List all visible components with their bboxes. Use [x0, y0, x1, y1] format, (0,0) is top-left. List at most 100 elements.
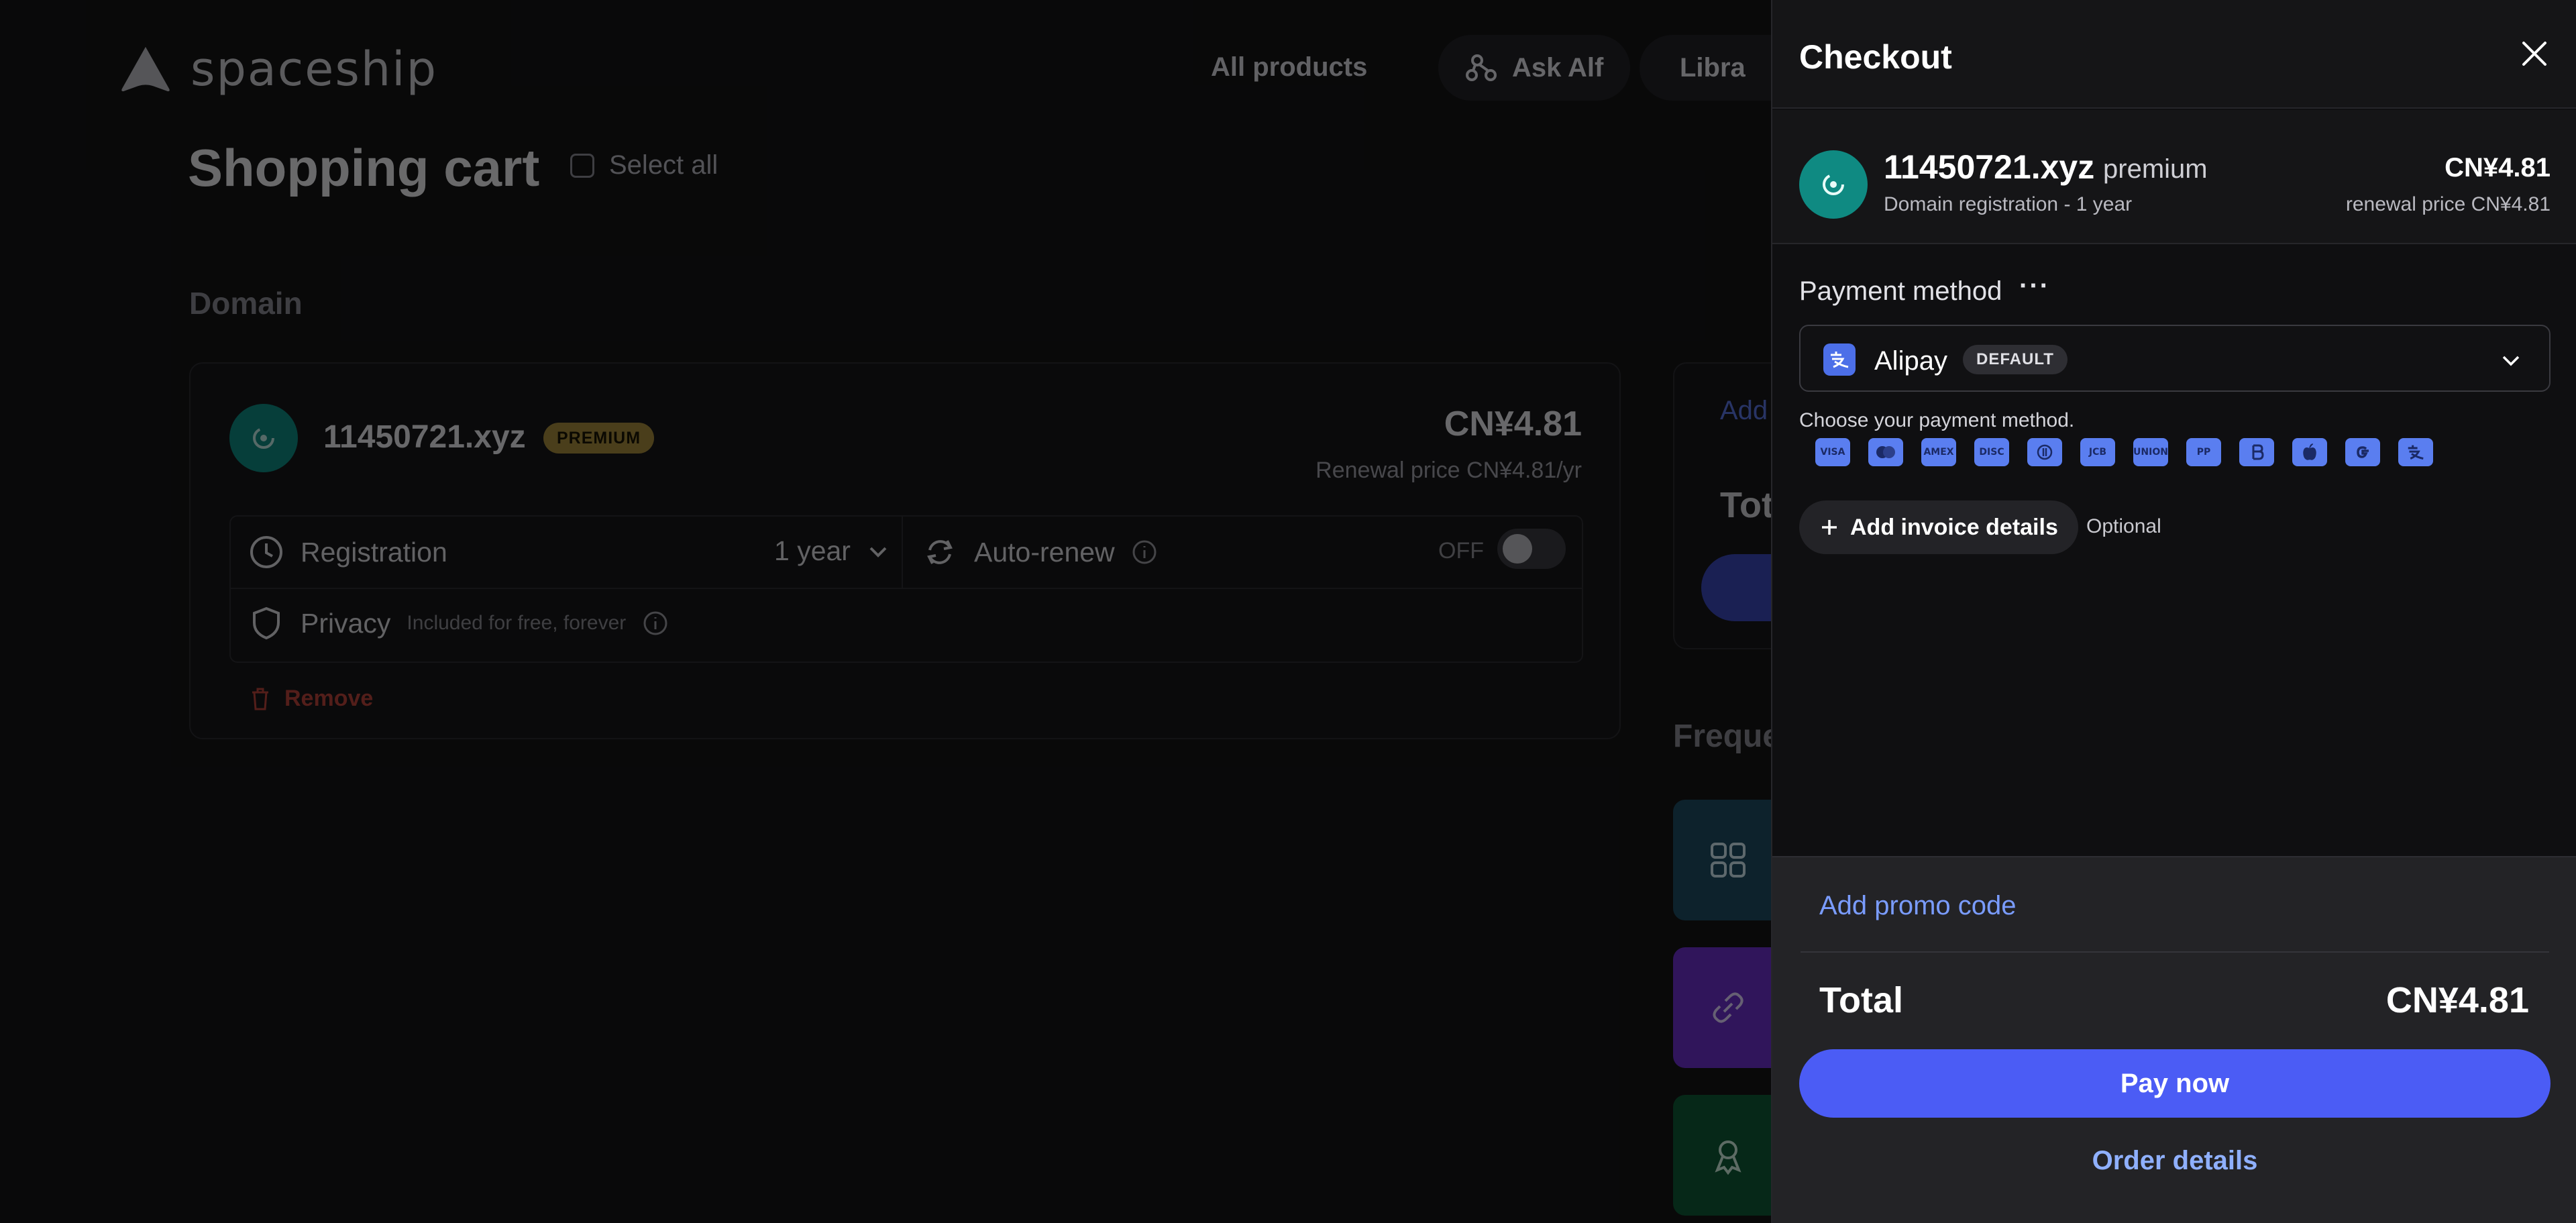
apple-glyph-icon	[2303, 443, 2316, 460]
default-badge: DEFAULT	[1963, 345, 2068, 374]
award-icon	[1715, 1140, 1741, 1175]
diners-club-icon	[2027, 438, 2062, 466]
brand-logo[interactable]: spaceship	[119, 42, 437, 97]
footer-divider	[1801, 951, 2549, 953]
top-navigation: spaceship All products Ask Alf Libra	[0, 0, 1771, 134]
select-all-checkbox[interactable]: Select all	[570, 150, 718, 180]
nav-library[interactable]: Libra	[1640, 35, 1771, 101]
page-title: Shopping cart	[188, 138, 540, 197]
payment-method-label: Payment method	[1799, 276, 2002, 306]
order-details-link[interactable]: Order details	[1772, 1146, 2576, 1176]
mastercard-icon	[1868, 438, 1903, 466]
alf-icon	[1466, 54, 1497, 81]
bitcoin-icon	[2239, 438, 2274, 466]
refresh-icon	[927, 540, 953, 564]
frequently-bought-title: Freque	[1673, 719, 1781, 754]
plus-icon	[1822, 520, 1837, 535]
checkout-header: Checkout	[1772, 0, 2576, 109]
domain-icon	[253, 427, 274, 449]
domain-avatar	[229, 404, 298, 472]
google-glyph-icon	[2357, 446, 2369, 458]
diners-glyph-icon	[2037, 444, 2053, 460]
checkout-item: 11450721.xyz premium Domain registration…	[1772, 110, 2576, 244]
link-icon	[1713, 992, 1743, 1023]
unionpay-icon: UNION	[2133, 438, 2168, 466]
alipay-glyph-icon	[2408, 445, 2424, 460]
checkout-panel: Checkout 11450721.xyz premium Domain reg…	[1771, 0, 2576, 1223]
invoice-optional-note: Optional	[2086, 515, 2161, 537]
clock-icon	[250, 536, 282, 568]
discover-icon: DISC	[1974, 438, 2009, 466]
options-row: Registration 1 year Auto-renew OFF	[231, 517, 1582, 589]
nav-ask-alf[interactable]: Ask Alf	[1438, 35, 1631, 101]
select-all-label: Select all	[609, 150, 718, 180]
premium-badge: PREMIUM	[543, 423, 655, 454]
apple-pay-icon	[2292, 438, 2327, 466]
privacy-option: Privacy Included for free, forever	[248, 605, 669, 641]
checkout-title: Checkout	[1799, 38, 1952, 76]
payment-method-name: Alipay	[1874, 346, 1947, 376]
amex-icon: AMEX	[1921, 438, 1956, 466]
chevron-down-icon	[2502, 356, 2520, 366]
auto-renew-state: OFF	[1438, 538, 1484, 564]
info-icon[interactable]	[1131, 539, 1158, 566]
paypal-icon: PP	[2186, 438, 2221, 466]
nav-ask-alf-label: Ask Alf	[1512, 52, 1604, 83]
privacy-note: Included for free, forever	[407, 612, 627, 634]
shield-icon	[253, 606, 280, 640]
chevron-down-icon	[869, 547, 887, 557]
total-value: CN¥4.81	[2385, 980, 2529, 1020]
more-options-icon[interactable]: ···	[2019, 271, 2050, 301]
page: spaceship All products Ask Alf Libra Sho…	[0, 0, 2576, 1223]
registration-period-value: 1 year	[774, 535, 851, 566]
section-label-domain: Domain	[189, 286, 303, 321]
spaceship-logo-icon	[121, 46, 170, 92]
checkout-domain-renewal: renewal price CN¥4.81	[2345, 193, 2551, 215]
domain-name: 11450721.xyz	[323, 419, 526, 455]
payment-method-select[interactable]: Alipay DEFAULT	[1799, 325, 2551, 392]
options-divider	[902, 517, 903, 589]
domain-price: CN¥4.81	[1444, 405, 1582, 443]
registration-label: Registration	[301, 536, 447, 568]
add-invoice-details-button[interactable]: Add invoice details	[1799, 500, 2078, 554]
auto-renew-label: Auto-renew	[974, 536, 1115, 568]
domain-avatar	[1799, 150, 1868, 219]
alipay-icon	[2398, 438, 2433, 466]
google-pay-icon	[2345, 438, 2380, 466]
brand-name: spaceship	[191, 42, 438, 97]
checkout-footer: Add promo code Total CN¥4.81 Pay now Ord…	[1772, 856, 2576, 1223]
remove-label: Remove	[284, 686, 374, 711]
total-label: Total	[1819, 980, 1903, 1020]
close-icon[interactable]	[2520, 39, 2549, 68]
domain-icon	[1823, 174, 1844, 195]
jcb-icon: JCB	[2080, 438, 2115, 466]
info-icon[interactable]	[642, 610, 669, 637]
visa-icon: VISA	[1815, 438, 1850, 466]
checkbox-box[interactable]	[570, 153, 594, 178]
mastercard-glyph-icon	[1876, 446, 1895, 458]
auto-renew-toggle[interactable]	[1497, 529, 1566, 569]
alipay-glyph-icon	[1831, 352, 1849, 368]
accepted-payment-icons: VISA AMEX DISC JCB UNION PP	[1815, 438, 2433, 466]
add-promo-code-link[interactable]: Add promo code	[1819, 891, 2017, 921]
checkout-domain-price: CN¥4.81	[2445, 153, 2551, 182]
cart-domain-card: 11450721.xyz PREMIUM CN¥4.81 Renewal pri…	[189, 362, 1621, 739]
nav-library-label: Libra	[1680, 52, 1746, 83]
add-invoice-details-label: Add invoice details	[1850, 514, 2058, 540]
apps-icon	[1711, 843, 1746, 878]
summary-add-link[interactable]: Add	[1720, 396, 1768, 426]
auto-renew-option: Auto-renew	[922, 534, 1158, 570]
trash-icon	[252, 688, 268, 710]
nav-all-products[interactable]: All products	[1211, 52, 1367, 83]
registration-period-select[interactable]: 1 year	[774, 535, 890, 567]
checkout-domain-tier: premium	[2103, 154, 2208, 184]
pay-now-button[interactable]: Pay now	[1799, 1049, 2551, 1118]
registration-option: Registration	[248, 534, 447, 570]
domain-options: Registration 1 year Auto-renew OFF Priva…	[229, 515, 1583, 663]
alipay-icon	[1823, 343, 1856, 376]
domain-renewal-price: Renewal price CN¥4.81/yr	[1316, 458, 1582, 483]
privacy-label: Privacy	[301, 607, 391, 639]
checkout-domain-desc: Domain registration - 1 year	[1884, 193, 2133, 215]
remove-button[interactable]: Remove	[250, 686, 373, 712]
payment-method-hint: Choose your payment method.	[1799, 409, 2075, 431]
